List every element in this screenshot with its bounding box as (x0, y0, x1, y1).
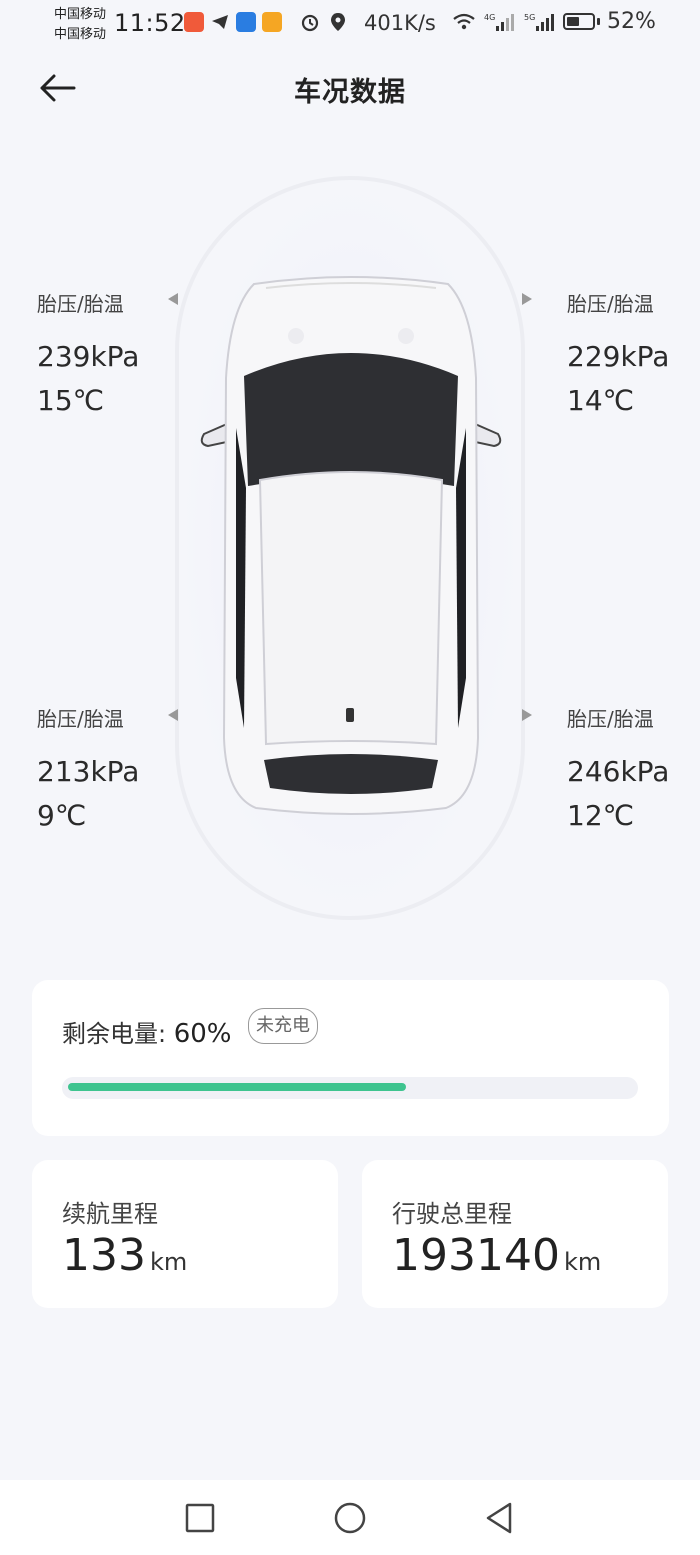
tire-front-right: 胎压/胎温 229kPa 14℃ (567, 288, 669, 423)
range-value-row: 133 km (62, 1230, 187, 1281)
svg-text:4G: 4G (484, 13, 495, 22)
status-bar: 中国移动 中国移动 11:52 401K/s 4G 5G 52% (0, 0, 700, 48)
wifi-icon (453, 13, 475, 30)
battery-icon (563, 13, 595, 30)
car-image (196, 268, 506, 818)
range-unit: km (149, 1248, 188, 1276)
battery-card: 剩余电量: 60% 未充电 (32, 980, 669, 1136)
tire-pressure: 246kPa (567, 755, 670, 788)
system-nav-bar (0, 1480, 700, 1555)
tire-label: 胎压/胎温 (567, 707, 654, 731)
notification-icons (184, 12, 282, 32)
battery-percentage: 52% (607, 9, 656, 34)
recent-apps-icon (185, 1503, 215, 1533)
tire-pressure: 239kPa (37, 340, 140, 373)
back-icon (486, 1502, 512, 1534)
home-button[interactable] (332, 1500, 368, 1536)
tire-temperature: 12℃ (567, 799, 635, 832)
battery-progress-fill (68, 1083, 406, 1091)
tire-temperature: 14℃ (567, 384, 635, 417)
nav-back-button[interactable] (482, 1500, 518, 1536)
location-icon (331, 13, 345, 31)
tire-pressure: 229kPa (567, 340, 670, 373)
range-value: 133 (62, 1230, 146, 1281)
svg-text:5G: 5G (524, 13, 535, 22)
carrier-1: 中国移动 (54, 7, 107, 22)
recent-apps-button[interactable] (182, 1500, 218, 1536)
tire-temperature: 15℃ (37, 384, 105, 417)
battery-label-row: 剩余电量: 60% (62, 1014, 232, 1049)
charging-status-badge: 未充电 (248, 1008, 318, 1044)
odometer-label: 行驶总里程 (392, 1200, 512, 1228)
tire-label: 胎压/胎温 (567, 292, 654, 316)
tire-rear-right: 胎压/胎温 246kPa 12℃ (567, 703, 669, 838)
signal-5g-icon: 5G (524, 13, 554, 31)
odometer-value: 193140 (392, 1230, 560, 1281)
pointer-rear-left-icon (168, 709, 178, 721)
range-label: 续航里程 (62, 1200, 158, 1228)
odometer-card: 行驶总里程 193140 km (362, 1160, 668, 1308)
tire-label: 胎压/胎温 (37, 292, 124, 316)
home-icon (334, 1502, 366, 1534)
signal-4g-icon: 4G (484, 13, 514, 31)
pointer-rear-right-icon (522, 709, 532, 721)
battery-progress-track (62, 1077, 638, 1099)
carrier-2: 中国移动 (54, 27, 107, 42)
page-title: 车况数据 (294, 77, 406, 108)
range-card: 续航里程 133 km (32, 1160, 338, 1308)
alarm-icon (301, 14, 319, 32)
system-icons (300, 12, 346, 32)
odometer-unit: km (563, 1248, 602, 1276)
tire-label: 胎压/胎温 (37, 707, 124, 731)
pointer-front-right-icon (522, 293, 532, 305)
shop-app-icon (262, 12, 282, 32)
app-notification-icon (184, 12, 204, 32)
carrier-info: 中国移动 中国移动 (54, 5, 106, 45)
car-app-icon (236, 12, 256, 32)
tire-rear-left: 胎压/胎温 213kPa 9℃ (37, 703, 139, 838)
signal-icons: 4G 5G (452, 12, 556, 32)
clock: 11:52 (114, 9, 186, 37)
telegram-icon (210, 12, 230, 32)
tire-pressure: 213kPa (37, 755, 140, 788)
tire-front-left: 胎压/胎温 239kPa 15℃ (37, 288, 139, 423)
battery-label: 剩余电量: (62, 1020, 174, 1048)
pointer-front-left-icon (168, 293, 178, 305)
network-speed: 401K/s (364, 11, 436, 35)
odometer-value-row: 193140 km (392, 1230, 601, 1281)
tire-temperature: 9℃ (37, 799, 87, 832)
battery-value: 60% (173, 1019, 232, 1049)
